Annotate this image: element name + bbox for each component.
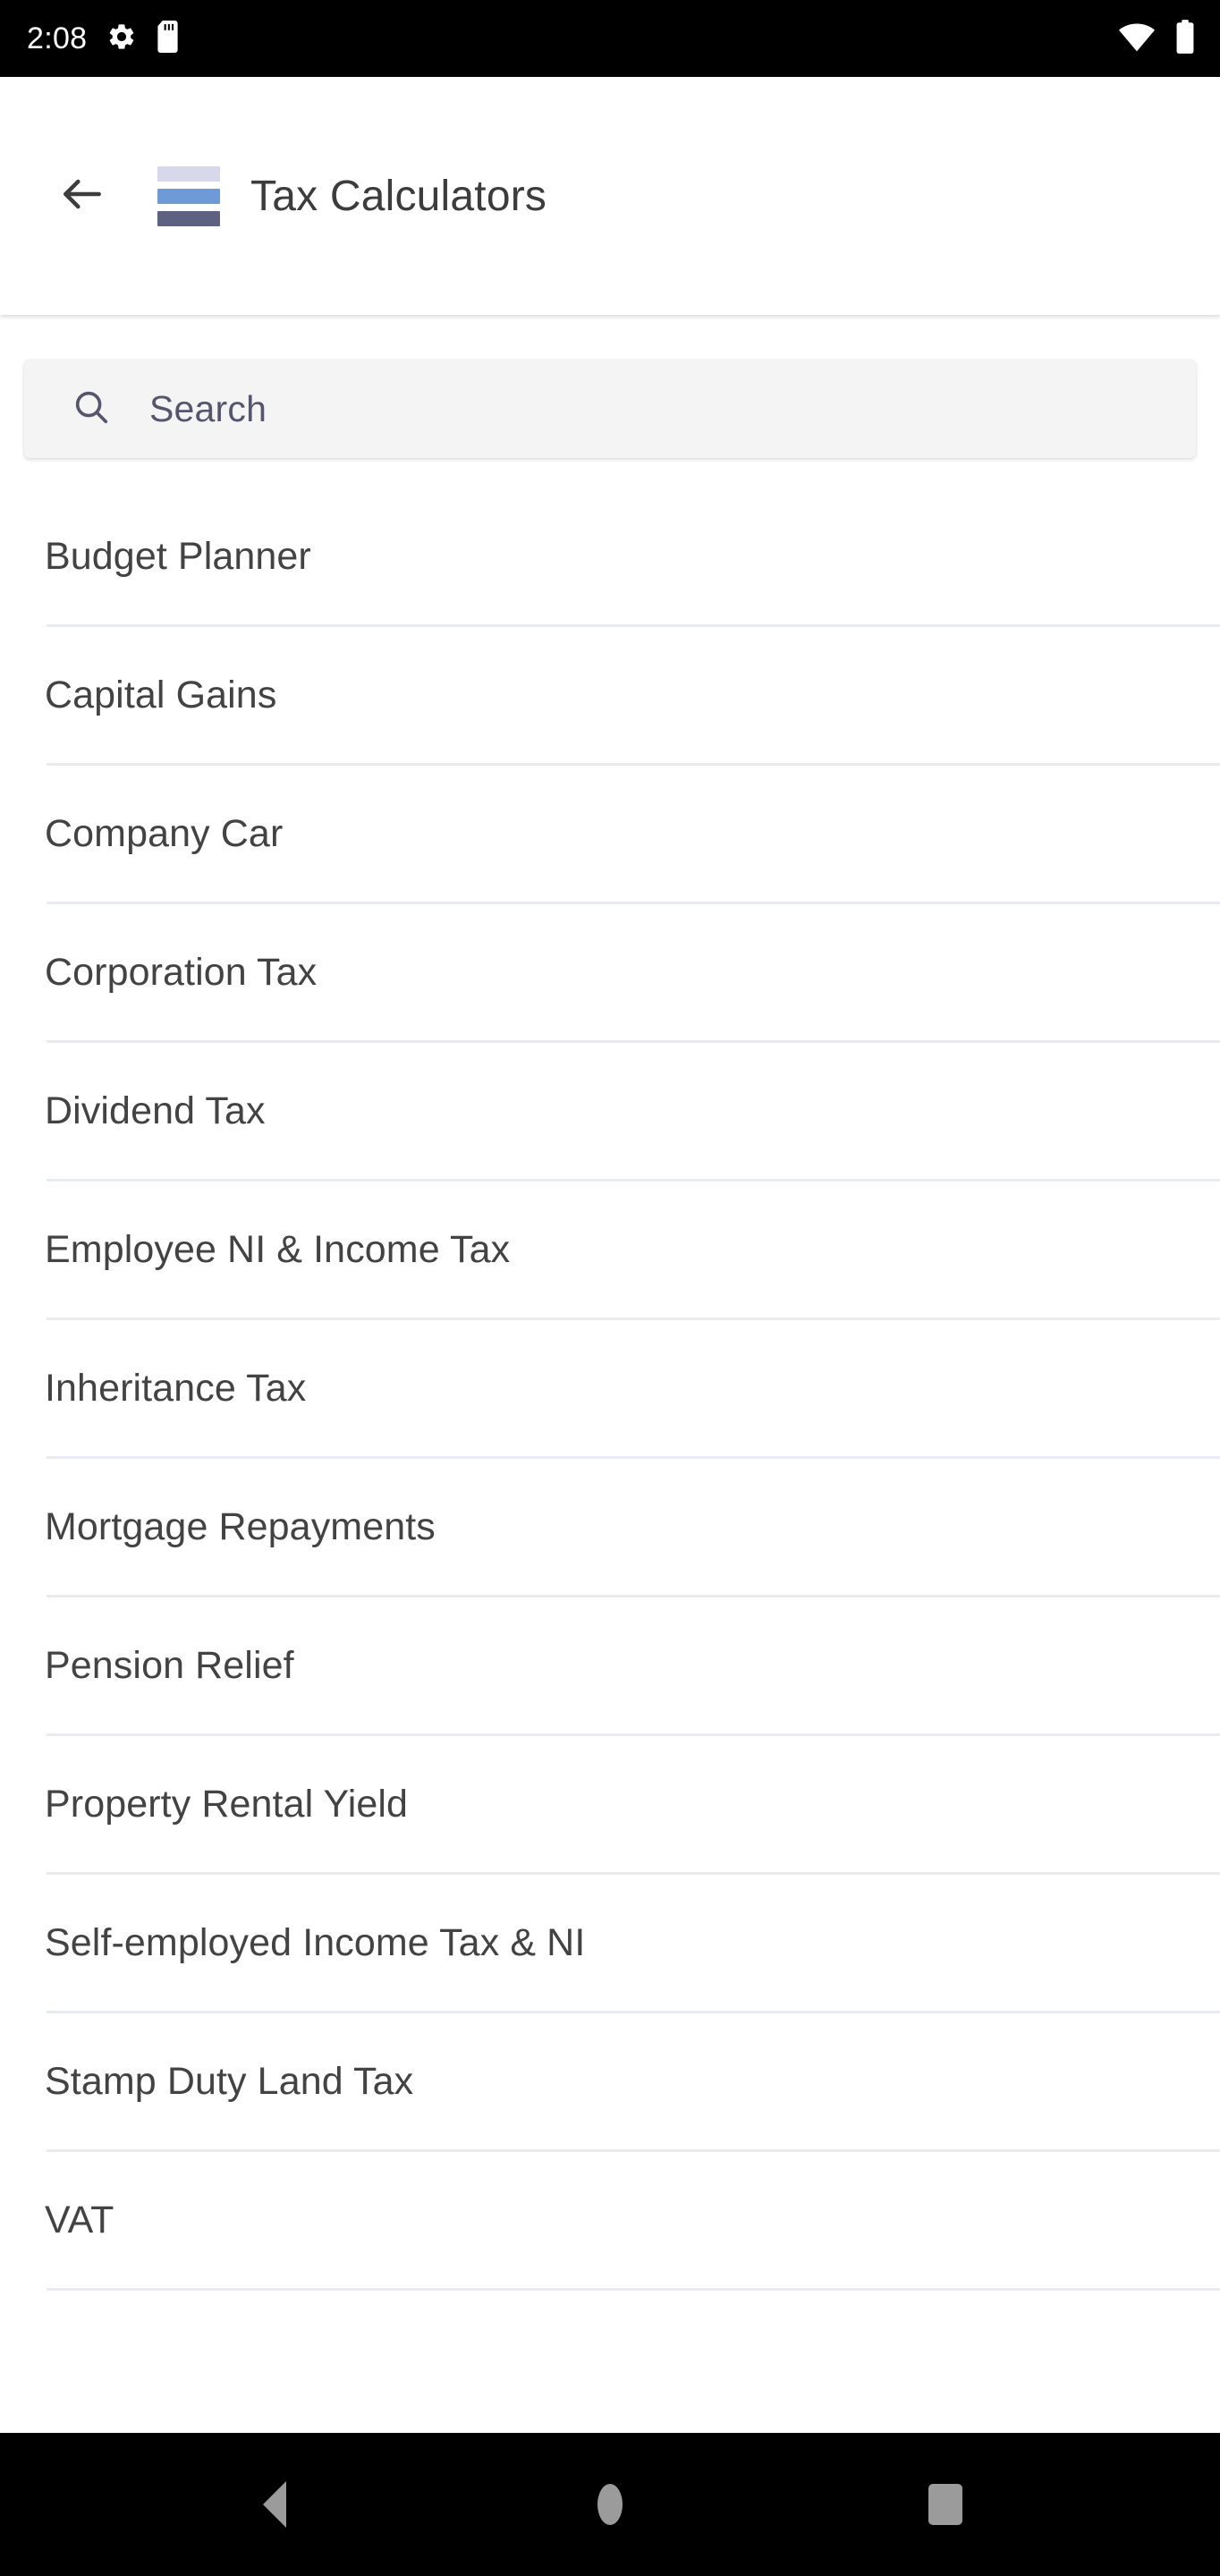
list-item-label: Mortgage Repayments <box>45 1504 436 1548</box>
calculator-list: Budget Planner Capital Gains Company Car Co… <box>0 488 1220 2291</box>
arrow-left-icon <box>57 169 107 224</box>
list-item-label: Property Rental Yield <box>45 1782 409 1826</box>
list-item-label: Dividend Tax <box>45 1089 266 1132</box>
gear-icon <box>106 21 137 56</box>
list-item-label: Employee NI & Income Tax <box>45 1227 511 1271</box>
status-bar-right <box>1118 19 1195 58</box>
list-item[interactable]: Employee NI & Income Tax <box>0 1182 1220 1318</box>
list-item[interactable]: Mortgage Repayments <box>0 1459 1220 1595</box>
list-divider <box>47 2288 1220 2291</box>
list-item[interactable]: Budget Planner <box>0 488 1220 624</box>
list-item[interactable]: Pension Relief <box>0 1597 1220 1733</box>
square-icon <box>928 2484 962 2525</box>
search-icon <box>71 386 112 432</box>
list-item[interactable]: Corporation Tax <box>0 904 1220 1040</box>
triangle-left-icon <box>263 2481 287 2528</box>
battery-icon <box>1175 19 1195 58</box>
list-item-label: Inheritance Tax <box>45 1366 307 1410</box>
content-area: Search Budget Planner Capital Gains Compan… <box>0 315 1220 2433</box>
list-item-label: VAT <box>45 2198 114 2241</box>
status-bar-left: 2:08 <box>27 20 182 57</box>
list-item-label: Budget Planner <box>45 534 311 578</box>
list-item[interactable]: Self-employed Income Tax & NI <box>0 1875 1220 2011</box>
wifi-icon <box>1118 21 1156 56</box>
list-item[interactable]: Company Car <box>0 766 1220 902</box>
logo-bar-top <box>157 165 220 182</box>
tax-calculators-logo-icon <box>157 165 220 226</box>
back-button[interactable] <box>39 153 125 239</box>
list-item-label: Pension Relief <box>45 1643 294 1687</box>
android-navigation-bar <box>0 2433 1220 2576</box>
list-item[interactable]: Capital Gains <box>0 627 1220 763</box>
search-container: Search <box>0 315 1220 458</box>
sd-card-icon <box>157 20 182 57</box>
nav-back-button[interactable] <box>208 2437 342 2572</box>
list-item-label: Company Car <box>45 811 284 855</box>
list-item-label: Corporation Tax <box>45 950 318 994</box>
list-item[interactable]: VAT <box>0 2152 1220 2288</box>
nav-home-button[interactable] <box>543 2437 677 2572</box>
logo-bar-middle <box>157 188 220 204</box>
list-item-label: Self-employed Income Tax & NI <box>45 1920 586 1964</box>
circle-icon <box>597 2484 623 2525</box>
page-title: Tax Calculators <box>250 172 547 220</box>
status-bar-clock: 2:08 <box>27 21 88 55</box>
search-placeholder-text: Search <box>149 387 267 429</box>
list-item[interactable]: Dividend Tax <box>0 1043 1220 1179</box>
list-item[interactable]: Inheritance Tax <box>0 1320 1220 1456</box>
status-bar: 2:08 <box>0 0 1220 77</box>
logo-bar-bottom <box>157 210 220 226</box>
app-bar: Tax Calculators <box>0 77 1220 315</box>
list-item-label: Capital Gains <box>45 673 277 716</box>
phone-screen: 2:08 Tax Calculators Search Budget Plann… <box>0 0 1220 2576</box>
search-input[interactable]: Search <box>24 360 1196 458</box>
list-item-label: Stamp Duty Land Tax <box>45 2059 414 2103</box>
list-item[interactable]: Stamp Duty Land Tax <box>0 2013 1220 2149</box>
nav-recents-button[interactable] <box>878 2437 1012 2572</box>
list-item[interactable]: Property Rental Yield <box>0 1736 1220 1872</box>
